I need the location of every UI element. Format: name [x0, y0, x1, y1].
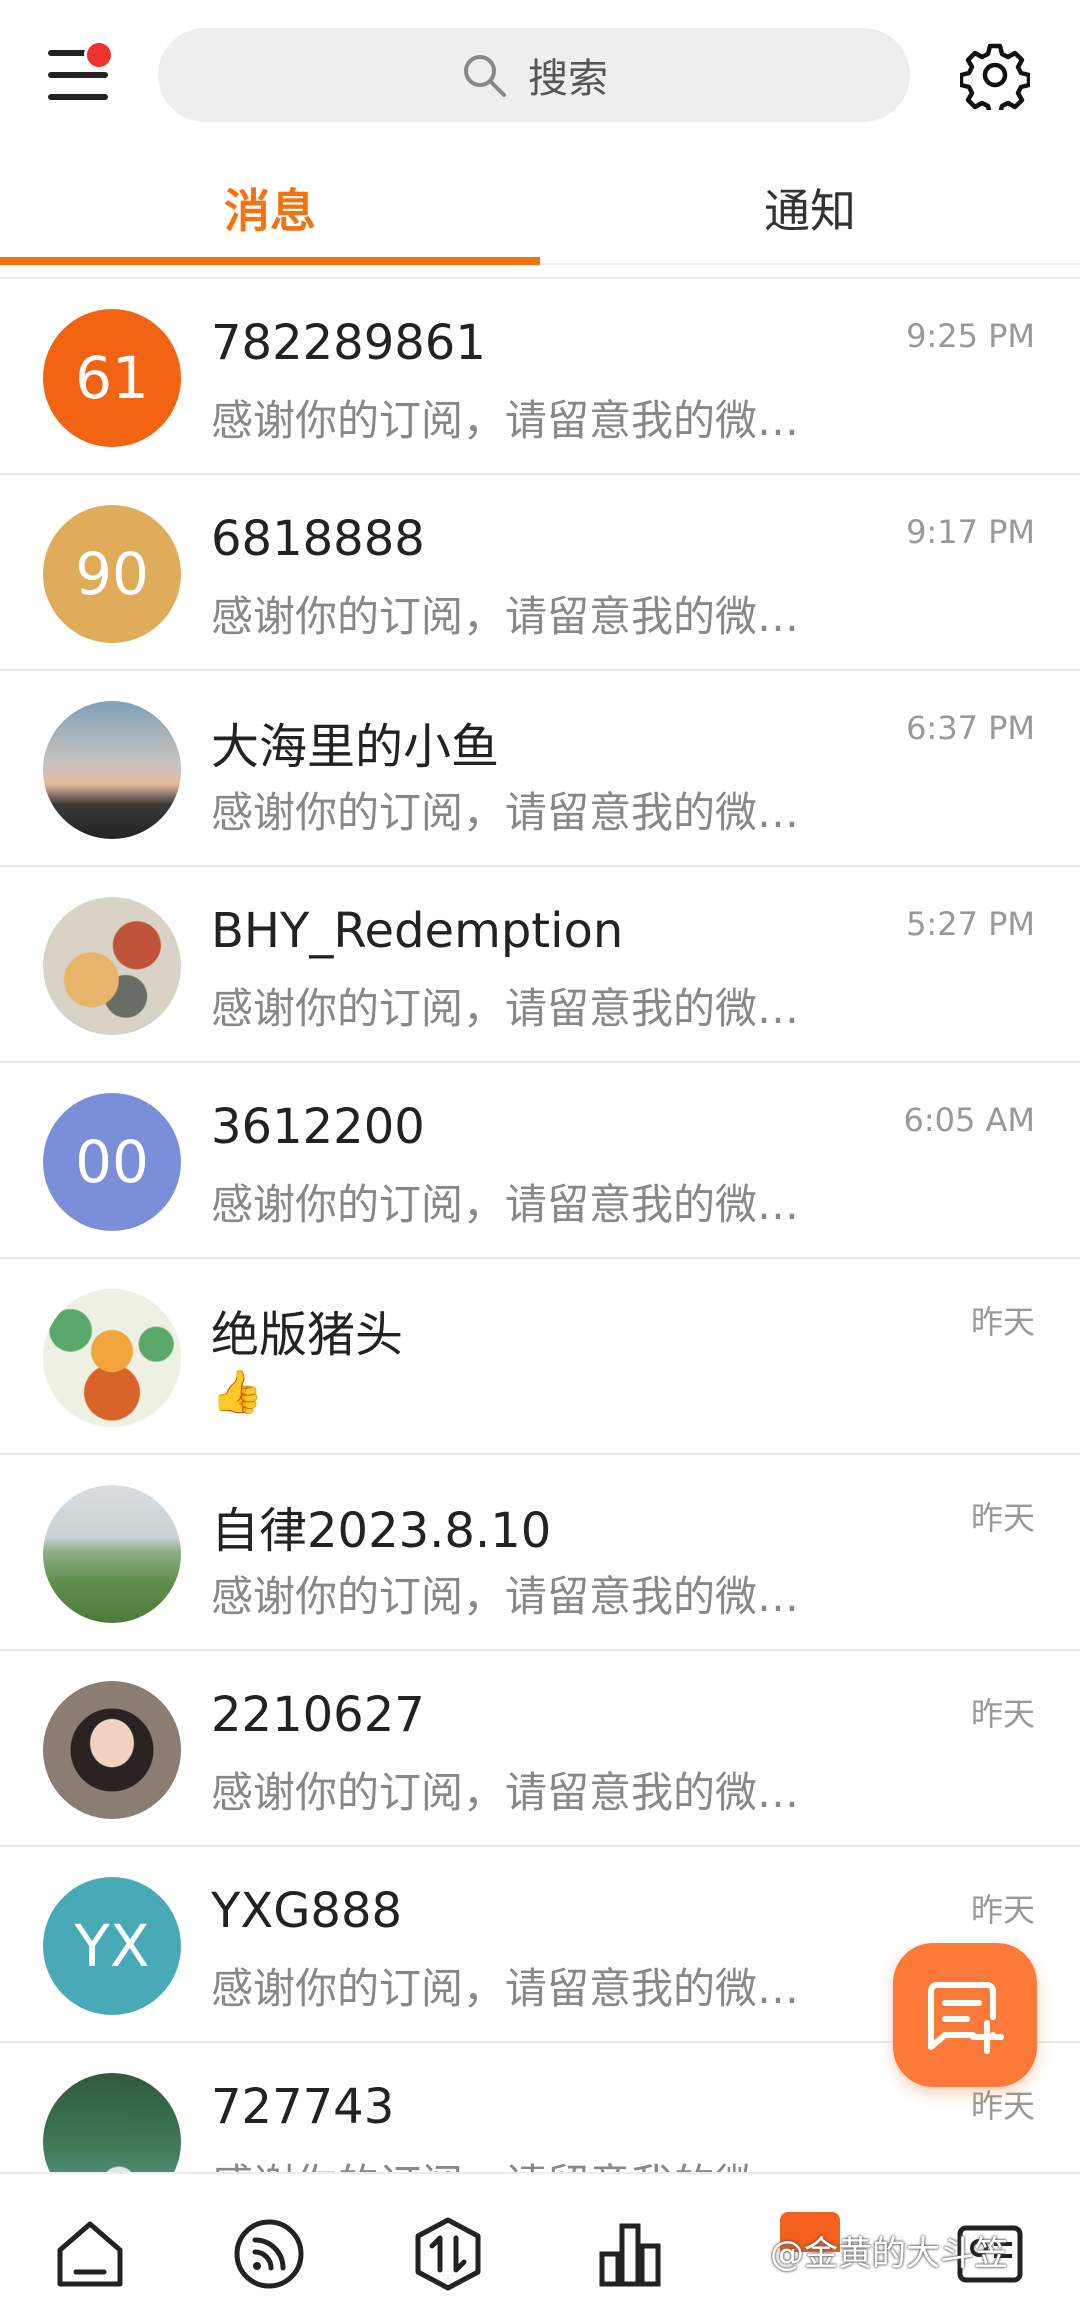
- active-tab-indicator: [0, 257, 540, 265]
- avatar: 00: [43, 1093, 181, 1231]
- new-message-button[interactable]: [893, 1943, 1037, 2087]
- top-bar: 搜索: [0, 0, 1080, 150]
- conversation-name: BHY_Redemption: [211, 903, 624, 959]
- conversation-time: 6:37 PM: [906, 709, 1035, 747]
- conversation-row[interactable]: 自律2023.8.10 感谢你的订阅，请留意我的微… 昨天: [0, 1455, 1080, 1651]
- search-placeholder: 搜索: [528, 56, 608, 102]
- conversation-name: 782289861: [211, 315, 486, 371]
- avatar: YX: [43, 1877, 181, 2015]
- avatar: [43, 1289, 181, 1427]
- conversation-time: 昨天: [970, 1303, 1035, 1341]
- avatar-initials: YX: [74, 1912, 150, 1980]
- avatar: [43, 701, 181, 839]
- avatar: [43, 2073, 181, 2172]
- nav-feed[interactable]: [229, 2214, 309, 2294]
- conversation-preview: 感谢你的订阅，请留意我的微…: [211, 1964, 800, 2013]
- menu-icon-line: [48, 72, 108, 78]
- conversation-time: 5:27 PM: [906, 905, 1035, 943]
- feed-icon: [234, 2219, 304, 2289]
- search-icon: [464, 55, 506, 97]
- conversation-time: 昨天: [970, 2087, 1035, 2125]
- conversation-name: 自律2023.8.10: [211, 1503, 552, 1559]
- avatar: 90: [43, 505, 181, 643]
- avatar-initials: 90: [75, 540, 149, 608]
- conversation-preview: 感谢你的订阅，请留意我的微…: [211, 984, 800, 1033]
- conversation-row[interactable]: 61 782289861 感谢你的订阅，请留意我的微… 9:25 PM: [0, 279, 1080, 475]
- notification-dot: [84, 40, 114, 70]
- avatar: [43, 1681, 181, 1819]
- conversation-preview: 感谢你的订阅，请留意我的微…: [211, 1768, 800, 1817]
- conversation-name: 6818888: [211, 511, 425, 567]
- conversation-row[interactable]: BHY_Redemption 感谢你的订阅，请留意我的微… 5:27 PM: [0, 867, 1080, 1063]
- tab-messages[interactable]: 消息: [0, 150, 540, 265]
- conversation-row[interactable]: 大海里的小鱼 感谢你的订阅，请留意我的微… 6:37 PM: [0, 671, 1080, 867]
- conversation-preview: 感谢你的订阅，请留意我的微…: [211, 592, 800, 641]
- conversation-time: 昨天: [970, 1695, 1035, 1733]
- trade-icon: [415, 2217, 481, 2291]
- avatar-initials: 61: [75, 344, 149, 412]
- avatar-initials: 00: [75, 1128, 149, 1196]
- conversation-name: 大海里的小鱼: [211, 719, 500, 775]
- conversation-name: 3612200: [211, 1099, 425, 1155]
- gear-icon[interactable]: [960, 40, 1030, 110]
- conversation-time: 6:05 AM: [903, 1101, 1035, 1139]
- conversation-name: 727743: [211, 2079, 395, 2135]
- conversation-row[interactable]: 绝版猪头 👍 昨天: [0, 1259, 1080, 1455]
- search-bar[interactable]: 搜索: [158, 28, 910, 122]
- conversation-name: YXG888: [211, 1883, 403, 1939]
- tab-bar: 消息 通知: [0, 150, 1080, 265]
- avatar: [43, 897, 181, 1035]
- conversation-preview: 👍: [211, 1367, 264, 1416]
- tab-notifications[interactable]: 通知: [540, 150, 1080, 265]
- conversation-row[interactable]: 2210627 感谢你的订阅，请留意我的微… 昨天: [0, 1651, 1080, 1847]
- conversation-time: 昨天: [970, 1891, 1035, 1929]
- conversation-preview: 感谢你的订阅，请留意我的微…: [211, 1180, 800, 1229]
- conversation-time: 9:25 PM: [906, 317, 1035, 355]
- avatar: [43, 1485, 181, 1623]
- new-message-icon: [928, 1982, 1004, 2054]
- home-icon: [57, 2221, 123, 2287]
- conversation-name: 2210627: [211, 1687, 425, 1743]
- conversation-row[interactable]: 00 3612200 感谢你的订阅，请留意我的微… 6:05 AM: [0, 1063, 1080, 1259]
- menu-button[interactable]: [44, 40, 114, 110]
- avatar: 61: [43, 309, 181, 447]
- conversation-time: 9:17 PM: [906, 513, 1035, 551]
- conversation-preview: 感谢你的订阅，请留意我的微…: [211, 788, 800, 837]
- conversation-preview: 感谢你的订阅，请留意我的微…: [211, 396, 800, 445]
- conversation-name: 绝版猪头: [211, 1307, 404, 1363]
- conversation-list[interactable]: 61 782289861 感谢你的订阅，请留意我的微… 9:25 PM 90 6…: [0, 277, 1080, 2172]
- nav-trade[interactable]: [408, 2214, 488, 2294]
- nav-chart[interactable]: [590, 2214, 670, 2294]
- nav-home[interactable]: [50, 2214, 130, 2294]
- conversation-row[interactable]: 90 6818888 感谢你的订阅，请留意我的微… 9:17 PM: [0, 475, 1080, 671]
- menu-icon-line: [48, 94, 108, 100]
- watermark: @金黄的大斗笠: [770, 2234, 1008, 2274]
- chart-icon: [599, 2223, 661, 2287]
- conversation-preview: 感谢你的订阅，请留意我的微…: [211, 2151, 871, 2172]
- conversation-preview: 感谢你的订阅，请留意我的微…: [211, 1572, 800, 1621]
- conversation-time: 昨天: [970, 1499, 1035, 1537]
